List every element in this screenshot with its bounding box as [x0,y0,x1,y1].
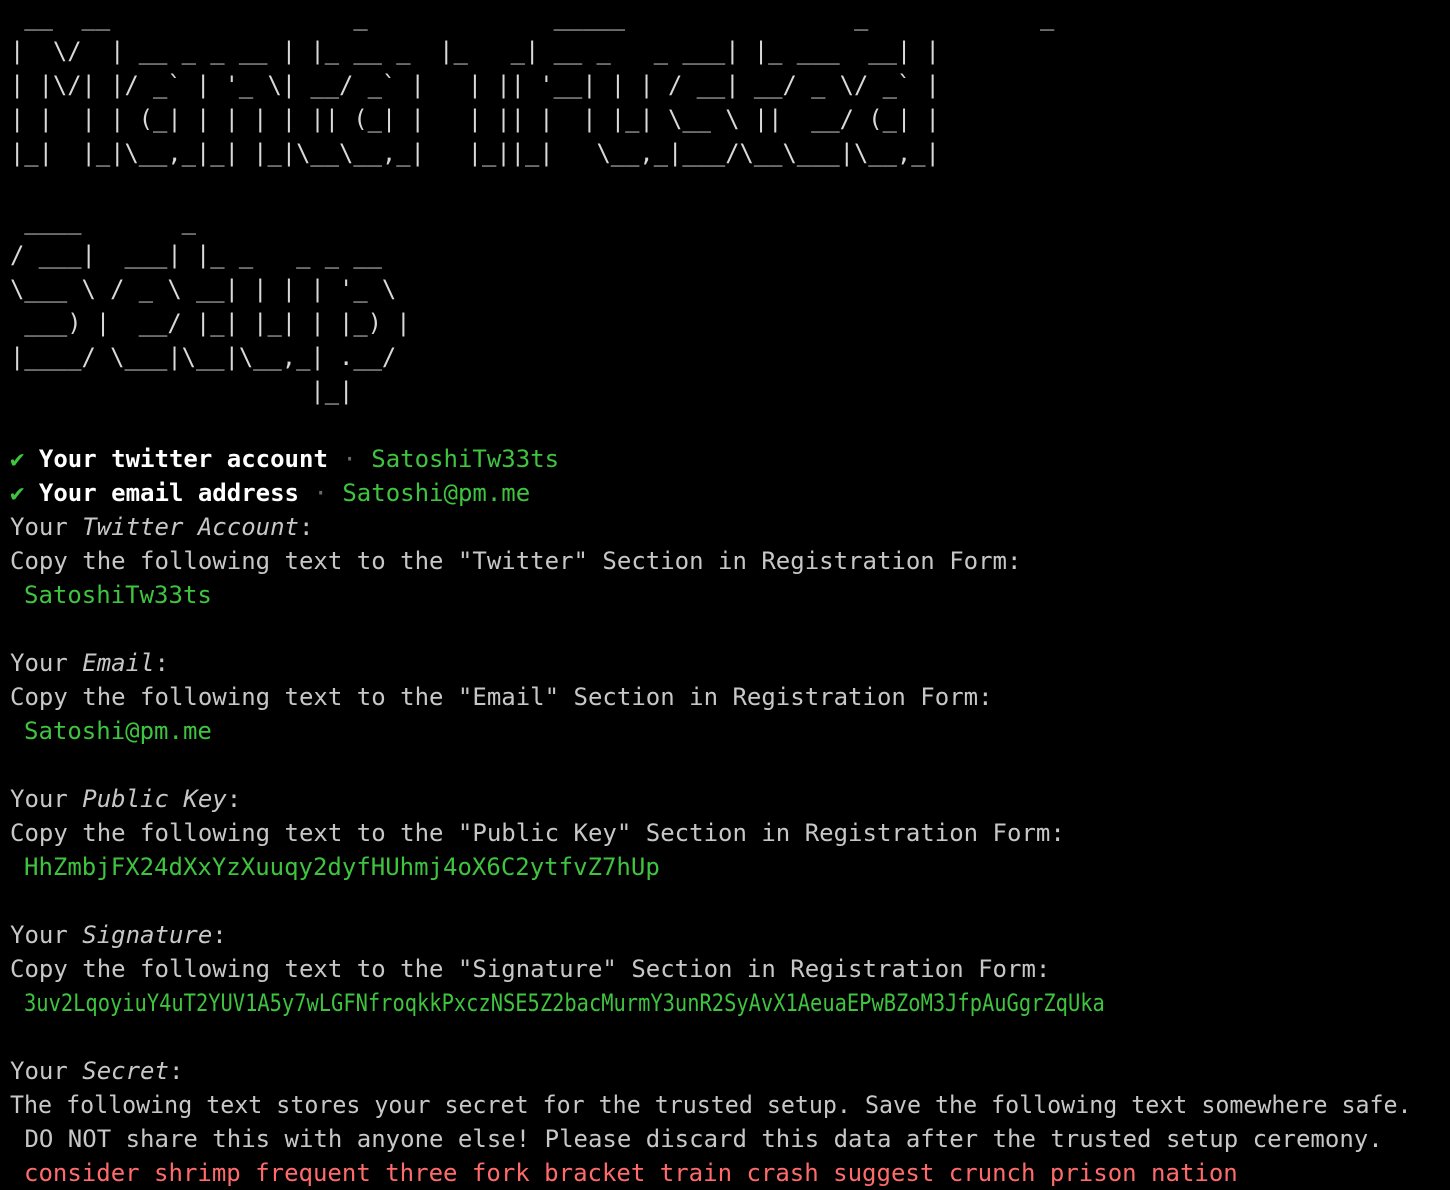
title-ascii-art: __ __ _ _____ _ _ | \/ | __ _ _ __ | |_ … [10,0,1440,170]
heading-suffix: : [154,649,169,677]
heading-name: Email [82,649,155,677]
ascii-art-line: ___) | __/ |_| |_| | |_) | [10,309,411,337]
twitter-heading: Your Twitter Account: [10,510,1440,544]
heading-name: Signature [82,921,213,949]
ascii-art-line: | | | | (_| | | | | || (_| | | || | | |_… [10,105,940,133]
signature-text: 3uv2LqoyiuY4uT2YUV1A5y7wLGFNfroqkkPxczNS… [24,989,1105,1017]
secret-heading: Your Secret: [10,1054,1440,1088]
heading-prefix: Your [10,649,83,677]
heading-suffix: : [168,1057,184,1085]
heading-suffix: : [226,785,242,813]
heading-name: Public Key [82,785,227,813]
ascii-art-line: |_| |_|\__,_|_| |_|\__\__,_| |_||_| \__,… [10,139,940,167]
confirmation-label: Your email address [38,479,299,507]
heading-name: Twitter Account [82,513,299,541]
signature-instruction: Copy the following text to the "Signatur… [10,955,1051,983]
heading-name: Secret [82,1057,169,1085]
email-value[interactable]: Satoshi@pm.me [10,714,1440,748]
setup-ascii-art: ____ _ / ___| ___| |_ _ _ _ __ \___ \ / … [10,204,1440,408]
checkmark-icon: ✔ [10,445,25,473]
ascii-art-line: \___ \ / _ \ __| | | | '_ \ [10,275,411,303]
secret-mnemonic[interactable]: consider shrimp frequent three fork brac… [10,1156,1440,1190]
twitter-value[interactable]: SatoshiTw33ts [10,578,1440,612]
heading-prefix: Your [10,785,83,813]
confirmation-label: Your twitter account [38,445,328,473]
heading-prefix: Your [10,1057,83,1085]
ascii-art-line: __ __ _ _____ _ _ [10,3,1069,31]
ascii-art-line: ____ _ [10,207,211,235]
ascii-art-line: / ___| ___| |_ _ _ _ __ [10,241,397,269]
confirmation-value: Satoshi@pm.me [342,479,531,507]
confirmation-value: SatoshiTw33ts [371,445,560,473]
heading-suffix: : [212,921,227,949]
separator-dot: · [342,445,357,473]
ascii-art-line: |____/ \___|\__|\__,_| .__/ [10,343,411,371]
email-heading: Your Email: [10,646,1440,680]
ascii-art-line: | |\/| |/ _` | '_ \| __/ _` | | || '__| … [10,71,940,99]
twitter-instruction: Copy the following text to the "Twitter"… [10,547,1022,575]
email-confirmation: ✔ Your email address · Satoshi@pm.me [10,476,1440,510]
signature-value[interactable]: 3uv2LqoyiuY4uT2YUV1A5y7wLGFNfroqkkPxczNS… [10,986,1440,1020]
public-key-instruction: Copy the following text to the "Public K… [10,819,1065,847]
secret-warning: DO NOT share this with anyone else! Plea… [10,1125,1383,1153]
secret-instruction: The following text stores your secret fo… [10,1088,1440,1122]
terminal-output: __ __ _ _____ _ _ | \/ | __ _ _ __ | |_ … [10,0,1440,1190]
heading-suffix: : [299,513,314,541]
secret-instruction-text: The following text stores your secret fo… [10,1091,1412,1119]
separator-dot: · [313,479,328,507]
email-instruction: Copy the following text to the "Email" S… [10,683,993,711]
heading-prefix: Your [10,921,83,949]
ascii-art-line: |_| [10,377,354,405]
signature-heading: Your Signature: [10,918,1440,952]
checkmark-icon: ✔ [10,479,25,507]
ascii-art-line: | \/ | __ _ _ __ | |_ __ _ |_ _| __ _ _ … [10,37,940,65]
public-key-value[interactable]: HhZmbjFX24dXxYzXuuqy2dyfHUhmj4oX6C2ytfvZ… [10,850,1440,884]
public-key-heading: Your Public Key: [10,782,1440,816]
heading-prefix: Your [10,513,83,541]
twitter-confirmation: ✔ Your twitter account · SatoshiTw33ts [10,442,1440,476]
